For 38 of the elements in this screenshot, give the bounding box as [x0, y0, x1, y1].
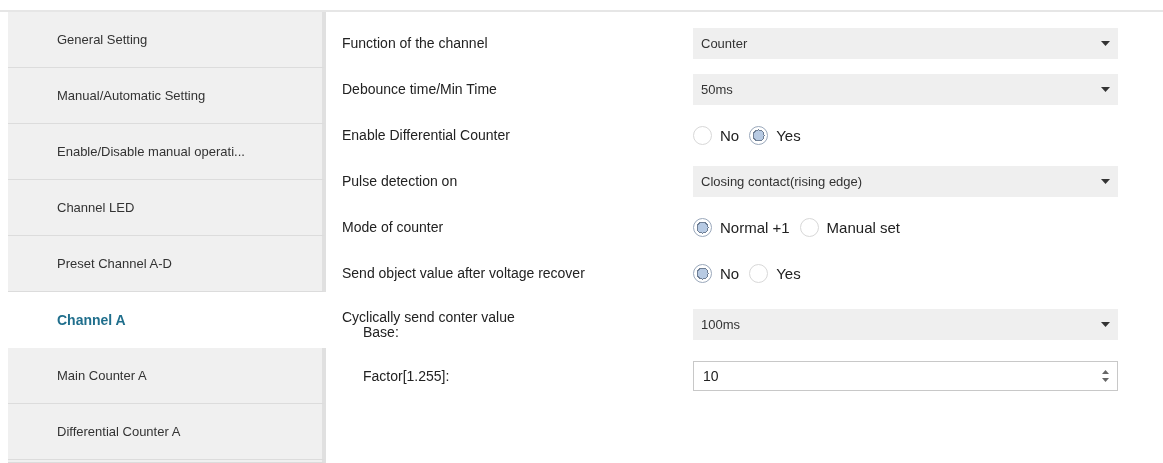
spin-arrows-icon[interactable]	[1102, 370, 1109, 382]
radio-label[interactable]: Normal +1	[720, 218, 790, 236]
radio-label[interactable]: No	[720, 126, 740, 144]
caret-icon	[1101, 322, 1110, 327]
parameter-label: Debounce time/Min Time	[342, 81, 497, 97]
parameter-label: Send object value after voltage recover	[342, 265, 585, 281]
radio-button[interactable]	[749, 125, 769, 145]
radio-button[interactable]	[693, 217, 712, 237]
caret-icon	[1101, 86, 1110, 92]
parameter-label: Mode of counter	[342, 219, 444, 235]
parameter-label: Base:	[363, 325, 399, 340]
sidebar-item[interactable]: Enable/Disable manual operati...	[8, 124, 326, 180]
sidebar-item[interactable]: Manual/Automatic Setting	[8, 68, 326, 124]
parameter-label: Function of the channel	[342, 35, 488, 51]
radio-button[interactable]	[693, 125, 712, 145]
radio-button[interactable]	[799, 217, 819, 237]
dropdown[interactable]: Counter	[693, 27, 1118, 59]
parameter-label: Cyclically send conter value	[342, 309, 515, 325]
dropdown[interactable]: Closing contact(rising edge)	[693, 165, 1118, 197]
sidebar-item[interactable]: Channel LED	[8, 180, 326, 236]
radio-label[interactable]: Yes	[776, 126, 801, 144]
radio-label[interactable]: Manual set	[826, 218, 900, 236]
radio-button[interactable]	[749, 263, 769, 283]
sidebar-item[interactable]: Preset Channel A-D	[8, 236, 326, 292]
sidebar-item[interactable]: Differential Counter A	[8, 404, 326, 460]
radio-label[interactable]: Yes	[776, 264, 801, 282]
parameter-label: Pulse detection on	[342, 173, 458, 189]
number-field[interactable]: 10	[693, 361, 1118, 391]
parameter-label: Enable Differential Counter	[342, 127, 510, 143]
radio-button[interactable]	[693, 263, 712, 283]
caret-icon	[1101, 40, 1110, 46]
parameter-label: Factor[1.255]:	[363, 368, 450, 384]
dropdown[interactable]: 100ms	[693, 309, 1118, 340]
dropdown[interactable]: 50ms	[693, 73, 1118, 105]
radio-label[interactable]: No	[720, 264, 740, 282]
caret-icon	[1101, 178, 1110, 184]
sidebar-item[interactable]: Main Counter A	[8, 348, 326, 404]
sidebar-item[interactable]: General Setting	[8, 12, 326, 68]
